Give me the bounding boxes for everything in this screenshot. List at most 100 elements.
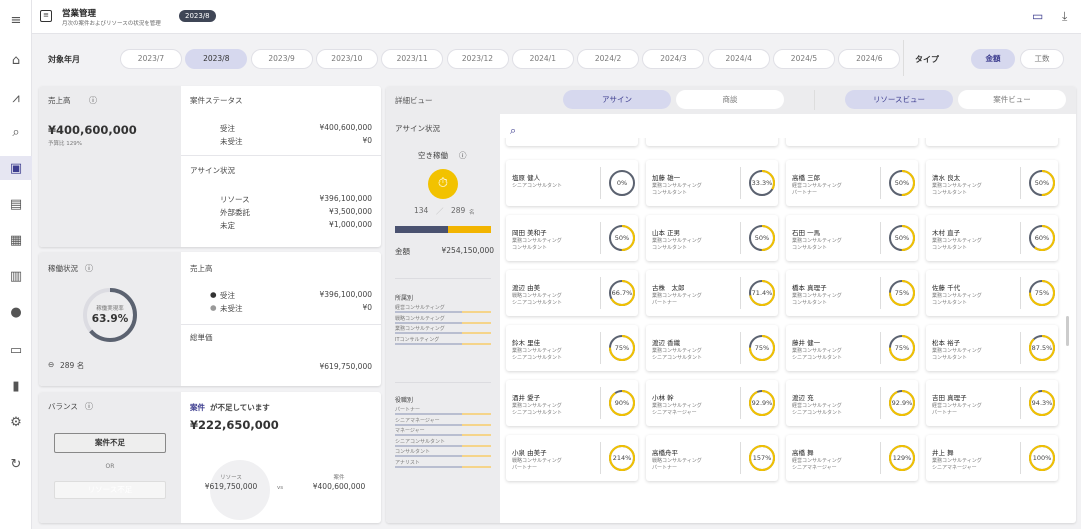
balance-message-em: 案件: [190, 403, 205, 412]
person-card[interactable]: 加藤 雄一 業務コンサルティング コンサルタント 33.3%: [646, 160, 778, 206]
assign-status-title: アサイン状況: [395, 124, 440, 133]
person-card[interactable]: [646, 138, 778, 146]
tab-assign[interactable]: アサイン: [563, 90, 671, 109]
month-pill[interactable]: 2023/8: [185, 49, 248, 69]
person-card[interactable]: 清水 良太 業務コンサルティング コンサルタント 50%: [926, 160, 1058, 206]
chart-icon[interactable]: ⩘: [0, 86, 32, 110]
person-dept: 業務コンサルティング: [792, 238, 842, 244]
person-card[interactable]: 高橋舟平 戦略コンサルティング パートナー 157%: [646, 435, 778, 481]
person-name: 鈴木 里佳: [512, 339, 541, 347]
person-role: シニアコンサルタント: [792, 355, 843, 361]
util-value-won: ¥396,100,000: [319, 290, 373, 299]
search-icon[interactable]: ⌕: [510, 124, 516, 138]
person-name: 木村 直子: [932, 229, 961, 237]
utilization-pct: 94.3%: [1031, 399, 1053, 407]
person-card[interactable]: [926, 138, 1058, 146]
person-name: 古株 太郎: [652, 284, 685, 292]
person-card[interactable]: 塩原 健人 シニアコンサルタント 0%: [506, 160, 638, 206]
list-bar: [395, 455, 491, 457]
scrollbar[interactable]: [1066, 316, 1069, 346]
person-card[interactable]: 古株 太郎 業務コンサルティング パートナー 71.4%: [646, 270, 778, 316]
month-pill[interactable]: 2024/6: [838, 49, 901, 69]
refresh-icon[interactable]: ↻: [0, 452, 32, 476]
person-card[interactable]: 山本 正男 業務コンサルティング コンサルタント 50%: [646, 215, 778, 261]
person-dept: 業務コンサルティング: [652, 183, 702, 189]
type-effort-button[interactable]: 工数: [1020, 49, 1064, 69]
person-name: 岡田 美和子: [512, 229, 547, 237]
person-card[interactable]: 松本 裕子 業務コンサルティング コンサルタント 87.5%: [926, 325, 1058, 371]
person-card[interactable]: 佐藤 千代 業務コンサルティング コンサルタント 75%: [926, 270, 1058, 316]
utilization-pct: 75%: [1034, 289, 1050, 297]
person-card[interactable]: 渡辺 充経営コンサルティング シニアコンサルタント 92.9%: [786, 380, 918, 426]
project-value: ¥400,600,000: [312, 482, 366, 491]
help-icon[interactable]: ⓘ: [85, 263, 93, 274]
person-role: コンサルタント: [932, 245, 968, 251]
person-card[interactable]: 吉田 真理子 経営コンサルティング パートナー 94.3%: [926, 380, 1058, 426]
utilization-pct: 90%: [614, 399, 630, 407]
home-icon[interactable]: ⌂: [0, 48, 32, 72]
clipboard-icon[interactable]: ▣: [0, 156, 32, 180]
tab-negotiation[interactable]: 商談: [676, 90, 784, 109]
person-card[interactable]: 鈴木 里佳 業務コンサルティング シニアコンサルタント 75%: [506, 325, 638, 371]
person-dept: 業務コンサルティング: [652, 293, 702, 299]
person-card[interactable]: 高橋 三郎 経営コンサルティング パートナー 50%: [786, 160, 918, 206]
sales-total: ¥400,600,000: [48, 123, 137, 137]
menu-icon[interactable]: ≡: [0, 8, 32, 32]
tab-project-view[interactable]: 案件ビュー: [958, 90, 1066, 109]
month-pill[interactable]: 2023/11: [381, 49, 444, 69]
search-doc-icon[interactable]: ⌕: [0, 120, 32, 144]
person-card[interactable]: 小林 幹業務コンサルティング シニアマネージャー 92.9%: [646, 380, 778, 426]
utilization-pct: 92.9%: [751, 399, 773, 407]
building-icon[interactable]: ▥: [0, 264, 32, 288]
tab-resource-view[interactable]: リソースビュー: [845, 90, 953, 109]
bar-chart-icon[interactable]: ▮: [0, 374, 32, 398]
month-pill[interactable]: 2023/9: [250, 49, 313, 69]
card-icon[interactable]: ▭: [0, 338, 32, 362]
person-dept: 業務コンサルティング: [932, 348, 982, 354]
month-pill[interactable]: 2023/10: [315, 49, 378, 69]
type-amount-button[interactable]: 金額: [971, 49, 1015, 69]
person-card[interactable]: 岡田 美和子 業務コンサルティング コンサルタント 50%: [506, 215, 638, 261]
calendar-icon[interactable]: ▦: [0, 228, 32, 252]
person-card[interactable]: [786, 138, 918, 146]
person-icon[interactable]: ●: [0, 300, 32, 324]
person-card[interactable]: [506, 138, 638, 146]
list-icon[interactable]: ▤: [0, 192, 32, 216]
person-card[interactable]: 渡辺 由美 戦略コンサルティング シニアコンサルタント 66.7%: [506, 270, 638, 316]
month-pill[interactable]: 2023/12: [446, 49, 509, 69]
project-shortage-button[interactable]: 案件不足: [54, 433, 166, 453]
person-dept: シニアコンサルタント: [512, 183, 563, 189]
person-card[interactable]: 小泉 由美子 戦略コンサルティング パートナー 214%: [506, 435, 638, 481]
person-card[interactable]: 井上 舞業務コンサルティング シニアマネージャー 100%: [926, 435, 1058, 481]
utilization-pct: 100%: [1032, 454, 1052, 462]
gear-icon[interactable]: ⚙: [0, 410, 32, 434]
person-card[interactable]: 藤井 健一 業務コンサルティング シニアコンサルタント 75%: [786, 325, 918, 371]
person-card[interactable]: 橋本 真理子 業務コンサルティング コンサルタント 75%: [786, 270, 918, 316]
month-pill[interactable]: 2024/2: [577, 49, 640, 69]
list-bar: [395, 465, 491, 468]
month-pill[interactable]: 2024/1: [511, 49, 574, 69]
person-card[interactable]: 渡辺 香織 業務コンサルティング シニアコンサルタント 75%: [646, 325, 778, 371]
utilization-pct: 50%: [1034, 179, 1050, 187]
clipboard-icon: ≡: [40, 10, 52, 22]
person-card[interactable]: 木村 直子 業務コンサルティング コンサルタント 60%: [926, 215, 1058, 261]
person-card[interactable]: 高橋 舞経営コンサルティング シニアマネージャー 129%: [786, 435, 918, 481]
month-pill[interactable]: 2024/3: [642, 49, 705, 69]
resource-shortage-button[interactable]: リソース不足: [54, 481, 166, 499]
help-icon[interactable]: ⓘ: [459, 150, 467, 161]
people-icon: ⊖: [48, 360, 55, 369]
utilization-pct: 50%: [894, 179, 910, 187]
person-name: 高橋 三郎: [792, 174, 821, 182]
person-card[interactable]: 酒井 愛子 業務コンサルティング シニアコンサルタント 90%: [506, 380, 638, 426]
month-pill[interactable]: 2023/7: [120, 49, 182, 69]
help-icon[interactable]: ⓘ: [89, 95, 97, 106]
vs-label: vs: [277, 485, 284, 491]
help-icon[interactable]: ⓘ: [85, 401, 93, 412]
person-card[interactable]: 石田 一馬 業務コンサルティング コンサルタント 50%: [786, 215, 918, 261]
utilization-pct: 214%: [612, 454, 632, 462]
monitor-icon[interactable]: ▭: [1032, 9, 1043, 23]
month-pill[interactable]: 2024/5: [773, 49, 835, 69]
month-pill[interactable]: 2024/4: [707, 49, 770, 69]
list-label: アナリスト: [395, 459, 420, 466]
download-icon[interactable]: ⤓: [1062, 9, 1067, 24]
